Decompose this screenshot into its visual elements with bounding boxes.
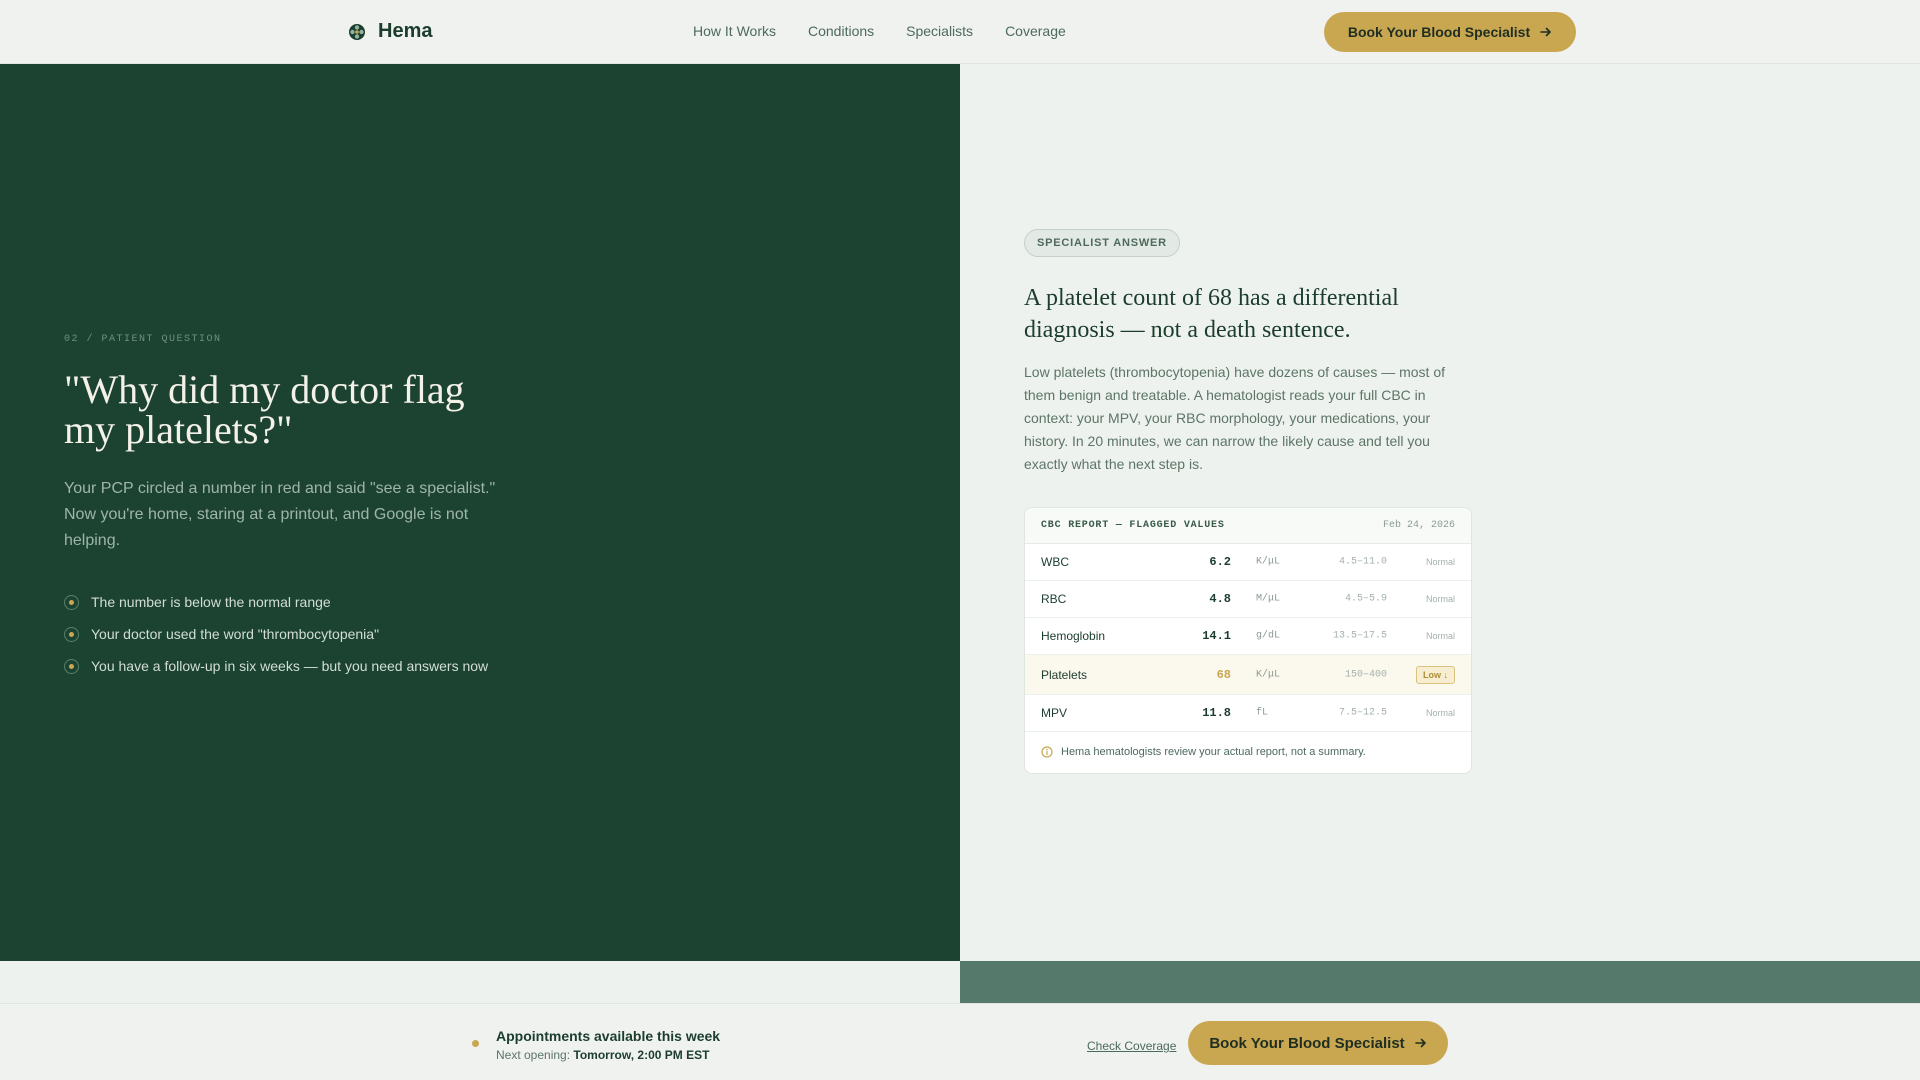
book-specialist-button[interactable]: Book Your Blood Specialist	[1324, 12, 1576, 52]
nav-coverage[interactable]: Coverage	[1005, 23, 1066, 39]
list-item: The number is below the normal range	[64, 586, 488, 618]
logo-text: Hema	[378, 20, 433, 42]
test-unit: M/μL	[1256, 593, 1281, 605]
patient-question-intro: Your PCP circled a number in red and sai…	[64, 480, 496, 549]
table-row: WBC 6.2 K/μL 4.5–11.0 Normal	[1025, 544, 1471, 581]
book-specialist-bottom-label: Book Your Blood Specialist	[1209, 1034, 1405, 1052]
info-icon	[1041, 746, 1053, 758]
lower-band-left	[0, 961, 960, 1003]
nav-specialists[interactable]: Specialists	[906, 23, 973, 39]
test-unit: K/μL	[1256, 669, 1281, 680]
status-badge: Normal	[1425, 594, 1455, 604]
availability-title: Appointments available this week	[496, 1028, 721, 1044]
book-specialist-label: Book Your Blood Specialist	[1347, 24, 1531, 40]
list-item: Your doctor used the word "thrombocytope…	[64, 618, 488, 650]
patient-question-panel: 02 / PATIENT QUESTION "Why did my doctor…	[0, 64, 960, 961]
cbc-card-footnote: Hema hematologists review your actual re…	[1025, 732, 1471, 772]
test-value: 14.1	[1202, 629, 1231, 643]
test-range: 4.5–5.9	[1344, 593, 1387, 605]
flower-logo-icon	[349, 23, 365, 40]
status-badge: Normal	[1425, 708, 1455, 718]
table-row-flagged: Platelets 68 K/μL 150–400 Low ↓	[1025, 655, 1471, 695]
arrow-right-icon	[1414, 1038, 1426, 1048]
book-specialist-bottom-button[interactable]: Book Your Blood Specialist	[1188, 1021, 1448, 1065]
test-unit: K/μL	[1256, 556, 1281, 568]
table-row: RBC 4.8 M/μL 4.5–5.9 Normal	[1025, 581, 1471, 618]
nav-how-it-works[interactable]: How It Works	[693, 23, 776, 39]
lower-band-right	[960, 961, 1920, 1003]
cbc-card-date: Feb 24, 2026	[1382, 520, 1455, 531]
arrow-right-icon	[1540, 27, 1551, 37]
status-badge: Normal	[1425, 631, 1455, 641]
test-range: 150–400	[1344, 669, 1387, 680]
answer-heading: A platelet count of 68 has a differentia…	[1024, 285, 1399, 343]
test-value: 68	[1216, 667, 1231, 682]
list-item-text: You have a follow-up in six weeks — but …	[91, 658, 489, 674]
test-name: WBC	[1041, 555, 1069, 569]
cbc-card-header: CBC REPORT — FLAGGED VALUES Feb 24, 2026	[1025, 508, 1471, 544]
check-coverage-link[interactable]: Check Coverage	[1087, 1039, 1176, 1053]
section-eyebrow: 02 / PATIENT QUESTION	[64, 334, 222, 345]
bullet-dot-icon	[64, 594, 79, 610]
table-row: MPV 11.8 fL 7.5–12.5 Normal	[1025, 695, 1471, 732]
footnote-text: Hema hematologists review your actual re…	[1061, 746, 1366, 758]
answer-body: Low platelets (thrombocytopenia) have do…	[1024, 364, 1445, 472]
list-item-text: The number is below the normal range	[91, 594, 331, 610]
logo[interactable]: Hema	[348, 20, 432, 43]
next-opening-value: Tomorrow, 2:00 PM EST	[573, 1048, 710, 1062]
test-value: 6.2	[1209, 555, 1231, 569]
site-header: Hema How It Works Conditions Specialists…	[0, 0, 1920, 64]
test-value: 4.8	[1209, 592, 1231, 606]
bullet-dot-icon	[64, 626, 79, 642]
list-item-text: Your doctor used the word "thrombocytope…	[91, 626, 380, 642]
test-unit: fL	[1256, 707, 1269, 719]
test-range: 13.5–17.5	[1332, 630, 1387, 642]
nav-conditions[interactable]: Conditions	[808, 23, 874, 39]
next-opening-label: Next opening:	[496, 1048, 571, 1062]
cbc-report-card: CBC REPORT — FLAGGED VALUES Feb 24, 2026…	[1024, 507, 1472, 774]
main-nav: How It Works Conditions Specialists Cove…	[693, 23, 1066, 39]
sticky-booking-bar: Appointments available this week Next op…	[0, 1003, 1920, 1080]
low-status-badge: Low ↓	[1416, 665, 1455, 684]
table-row: Hemoglobin 14.1 g/dL 13.5–17.5 Normal	[1025, 618, 1471, 655]
test-unit: g/dL	[1256, 630, 1281, 642]
test-value: 11.8	[1202, 706, 1231, 720]
test-name: MPV	[1041, 706, 1068, 720]
bullet-dot-icon	[64, 658, 79, 674]
specialist-answer-badge: SPECIALIST ANSWER	[1024, 229, 1180, 257]
availability-dot-icon	[472, 1040, 479, 1047]
cbc-card-title: CBC REPORT — FLAGGED VALUES	[1041, 520, 1225, 531]
status-badge: Normal	[1425, 557, 1455, 567]
symptom-list: The number is below the normal range You…	[64, 586, 488, 682]
test-range: 7.5–12.5	[1338, 707, 1387, 719]
next-opening: Next opening: Tomorrow, 2:00 PM EST	[496, 1048, 709, 1062]
test-name: Hemoglobin	[1041, 629, 1106, 643]
patient-question-heading: "Why did my doctor flag my platelets?"	[64, 367, 465, 452]
test-name: RBC	[1041, 592, 1067, 606]
test-name: Platelets	[1041, 667, 1088, 682]
test-range: 4.5–11.0	[1338, 556, 1387, 568]
list-item: You have a follow-up in six weeks — but …	[64, 650, 488, 682]
